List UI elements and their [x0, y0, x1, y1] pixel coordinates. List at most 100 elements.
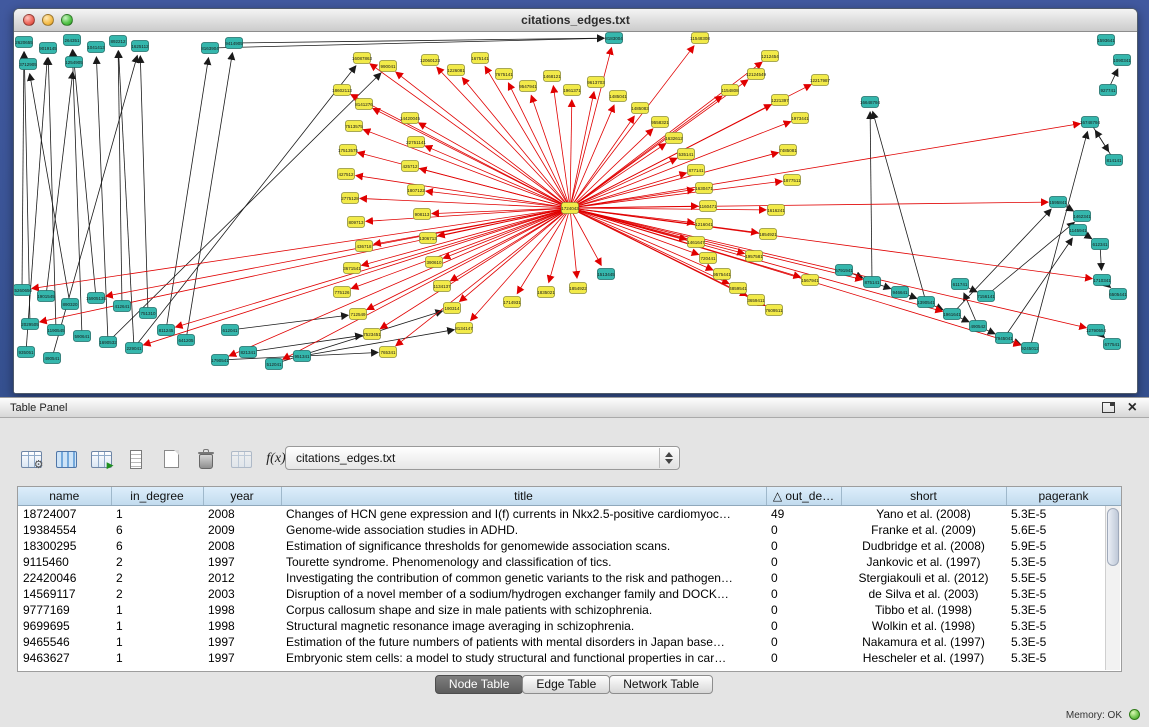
network-node[interactable]: 1593641 [1097, 35, 1115, 46]
network-canvas[interactable]: 2620655901914526435110414138922121625112… [14, 32, 1137, 393]
network-node[interactable]: 1221397 [771, 95, 789, 106]
network-edge[interactable] [108, 73, 381, 342]
network-node[interactable]: 6505441 [1109, 289, 1127, 300]
network-node[interactable]: 9547941 [519, 81, 537, 92]
network-node[interactable]: 1154808 [721, 85, 739, 96]
network-edge[interactable] [553, 86, 570, 208]
network-edge[interactable] [570, 100, 572, 208]
network-edge[interactable] [570, 202, 1048, 208]
network-edge[interactable] [570, 208, 744, 253]
network-edge[interactable] [52, 56, 137, 358]
table-vertical-scrollbar[interactable] [1105, 506, 1120, 670]
network-edge[interactable] [166, 58, 208, 330]
network-node[interactable]: 1212454 [761, 51, 779, 62]
network-node[interactable]: 490542 [970, 321, 987, 332]
network-node[interactable]: 425712 [402, 161, 419, 172]
network-node[interactable]: 1961371 [563, 85, 581, 96]
network-edge[interactable] [570, 153, 778, 208]
network-node[interactable]: 16087863 [352, 53, 373, 64]
network-edge[interactable] [870, 112, 872, 282]
network-node[interactable]: 1461647 [687, 237, 705, 248]
network-node[interactable]: 1254905 [65, 57, 83, 68]
table-row[interactable]: 969969511998Structural magnetic resonanc… [18, 618, 1121, 634]
network-node[interactable]: 9558321 [651, 117, 669, 128]
network-edge[interactable] [986, 222, 1074, 296]
network-node[interactable]: 1226081 [447, 65, 465, 76]
network-node[interactable]: 18602113 [332, 85, 352, 96]
dropdown-stepper-icon[interactable] [659, 448, 678, 468]
network-node[interactable]: 229041 [126, 343, 143, 354]
network-node[interactable]: 1854922 [569, 283, 587, 294]
network-node[interactable]: 877141 [688, 165, 705, 176]
network-node[interactable]: 1854921 [759, 229, 777, 240]
network-node[interactable]: 1690532 [99, 337, 117, 348]
network-node[interactable]: 1714931 [503, 297, 521, 308]
network-node[interactable]: 1973441 [791, 113, 809, 124]
network-window-titlebar[interactable]: citations_edges.txt [14, 9, 1137, 32]
network-node[interactable]: 7945041 [995, 333, 1013, 344]
network-edge[interactable] [48, 58, 56, 330]
table-row[interactable]: 946554611997Estimation of the future num… [18, 634, 1121, 650]
network-node[interactable]: 1961641 [943, 309, 961, 320]
network-node[interactable]: 811245 [158, 325, 175, 336]
network-node[interactable]: 946641 [892, 287, 909, 298]
network-node[interactable]: 190314 [444, 303, 461, 314]
network-edge[interactable] [462, 78, 570, 208]
network-node[interactable]: 1675141 [471, 53, 489, 64]
network-edge[interactable] [24, 52, 30, 324]
table-row[interactable]: 946362711997Embryonic stem cells: a mode… [18, 650, 1121, 666]
network-node[interactable]: 9245012 [1021, 343, 1039, 354]
network-node[interactable]: 1485083 [631, 103, 649, 114]
network-node[interactable]: 1835021 [537, 287, 555, 298]
network-node[interactable]: 8183004 [605, 33, 623, 44]
network-node[interactable]: 1595841 [1049, 197, 1067, 208]
network-edge[interactable] [1004, 238, 1072, 338]
network-node[interactable]: 436718 [356, 241, 373, 252]
network-edge[interactable] [118, 51, 122, 306]
table-row[interactable]: 1830029562008Estimation of significance … [18, 538, 1121, 554]
network-node[interactable]: 16648794 [860, 97, 881, 108]
column-header-year[interactable]: year [203, 487, 281, 506]
table-row[interactable]: 911546021997Tourette syndrome. Phenomeno… [18, 554, 1121, 570]
network-node[interactable]: 951341 [294, 351, 311, 362]
network-node[interactable]: 3671541 [343, 263, 361, 274]
close-panel-icon[interactable]: × [1128, 402, 1137, 413]
network-node[interactable]: 3659411 [747, 295, 765, 306]
network-edge[interactable] [22, 52, 24, 290]
network-node[interactable]: 12217987 [810, 75, 831, 86]
network-node[interactable]: 990041 [380, 61, 397, 72]
float-panel-icon[interactable] [1102, 402, 1115, 413]
network-node[interactable]: 17513575 [338, 145, 359, 156]
network-node[interactable]: 25260650 [14, 285, 33, 296]
network-node[interactable]: 590641 [74, 331, 91, 342]
column-header-in_degree[interactable]: in_degree [111, 487, 203, 506]
network-edge[interactable] [140, 56, 148, 313]
network-node[interactable]: 1513445 [597, 269, 615, 280]
network-node[interactable]: 11548308 [690, 33, 710, 44]
network-edge[interactable] [570, 208, 1086, 328]
network-edge[interactable] [370, 64, 570, 208]
network-node[interactable]: 1462341 [1073, 211, 1091, 222]
network-node[interactable]: 9575441 [713, 269, 731, 280]
network-node[interactable]: 3712905 [19, 59, 37, 70]
network-node[interactable]: 1216041 [695, 219, 713, 230]
network-node[interactable]: 12060123 [420, 55, 441, 66]
table-row[interactable]: 2242004622012Investigating the contribut… [18, 570, 1121, 586]
network-node[interactable]: 22751141 [406, 137, 426, 148]
network-node[interactable]: 720441 [700, 253, 717, 264]
network-node[interactable]: 12790554 [1086, 325, 1107, 336]
network-node[interactable]: 412641 [114, 301, 131, 312]
network-node[interactable]: 712549 [350, 309, 367, 320]
network-node[interactable]: 775126 [334, 287, 351, 298]
network-node[interactable]: 2775128 [341, 193, 359, 204]
tab-edge-table[interactable]: Edge Table [522, 675, 610, 694]
network-node[interactable]: 1957581 [745, 251, 763, 262]
network-edge[interactable] [570, 208, 766, 210]
network-node[interactable]: 8141276 [355, 99, 373, 110]
network-node[interactable]: 15905135 [86, 293, 107, 304]
network-edge[interactable] [508, 83, 570, 208]
network-node[interactable]: 1190545 [47, 325, 65, 336]
network-edge[interactable] [283, 208, 570, 359]
network-node[interactable]: 1877511 [783, 175, 801, 186]
column-header-short[interactable]: short [841, 487, 1006, 506]
